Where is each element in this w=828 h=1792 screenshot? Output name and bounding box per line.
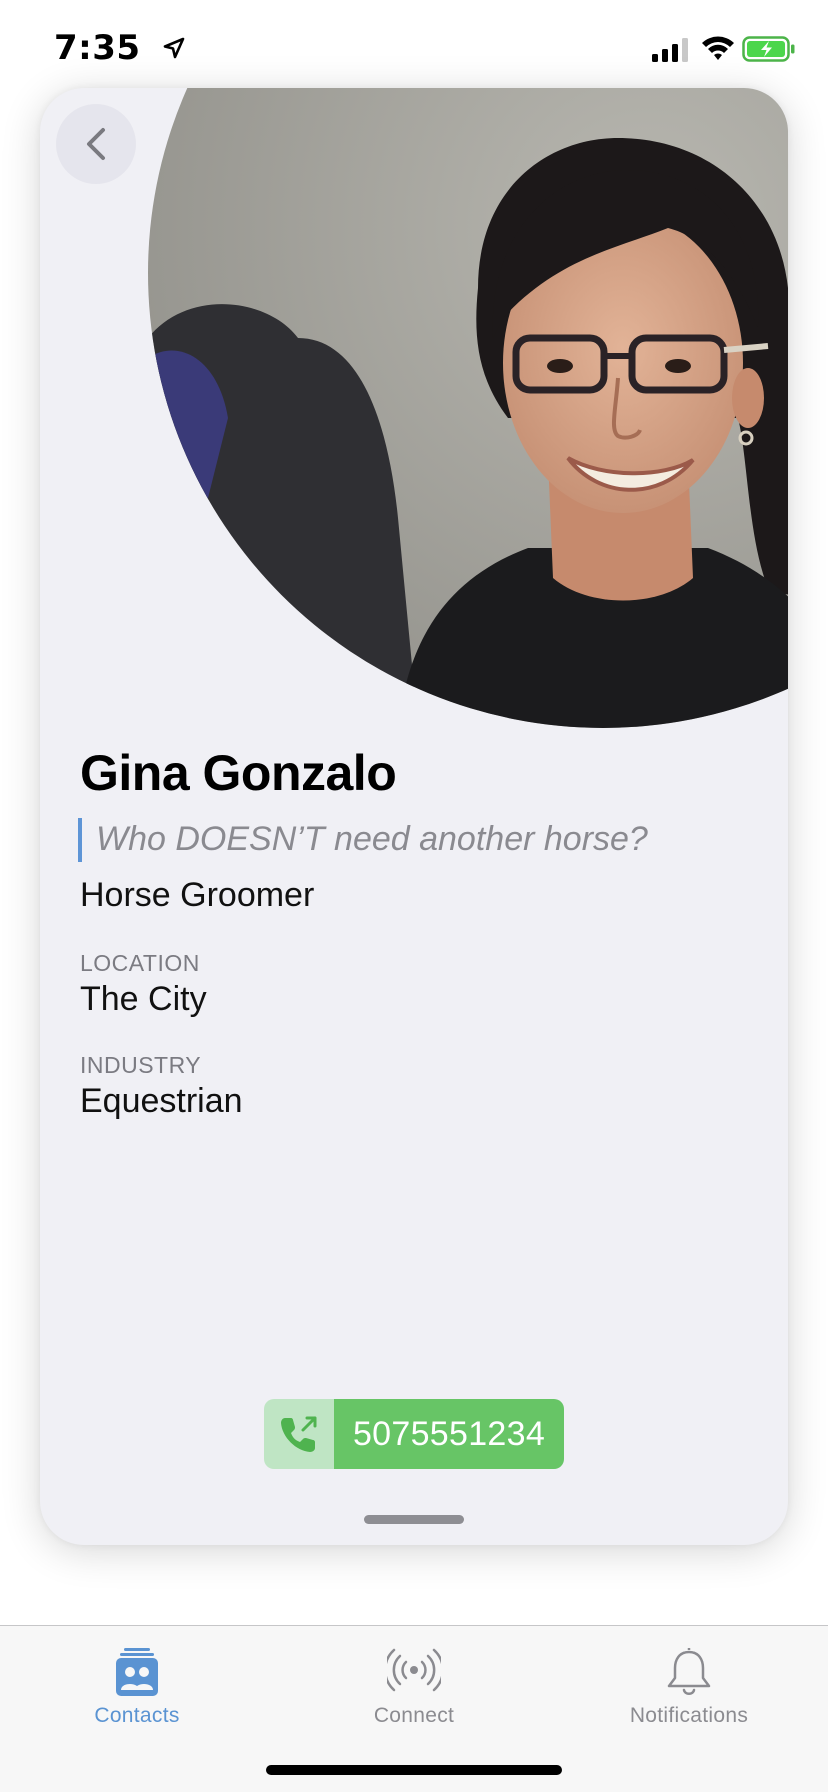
home-indicator: [266, 1765, 562, 1775]
chevron-left-icon: [87, 128, 105, 160]
status-time: 7:35: [54, 28, 141, 68]
contact-job-title: Horse Groomer: [80, 876, 315, 914]
tab-contacts-label: Contacts: [94, 1704, 180, 1727]
tagline-accent-bar: [78, 818, 82, 862]
phone-number: 5075551234: [334, 1399, 564, 1469]
industry-label: INDUSTRY: [80, 1052, 202, 1078]
contact-tagline: Who DOESN’T need another horse?: [96, 820, 648, 858]
contact-card: Gina Gonzalo Who DOESN’T need another ho…: [40, 88, 788, 1545]
cellular-signal-icon: [652, 38, 688, 62]
wifi-icon: [702, 36, 734, 60]
back-button[interactable]: [56, 104, 136, 184]
tab-notifications[interactable]: Notifications: [589, 1646, 789, 1736]
contacts-icon: [116, 1648, 158, 1696]
contact-name: Gina Gonzalo: [80, 745, 397, 801]
tab-notifications-label: Notifications: [629, 1704, 749, 1727]
call-phone-button[interactable]: 5075551234: [264, 1399, 564, 1469]
location-arrow-icon: [163, 37, 185, 59]
broadcast-icon: [387, 1648, 441, 1692]
location-label: LOCATION: [80, 950, 200, 976]
card-drag-handle[interactable]: [364, 1515, 464, 1524]
industry-value: Equestrian: [80, 1082, 243, 1120]
battery-icon: [742, 36, 795, 62]
phone-outgoing-icon: [281, 1416, 317, 1452]
bell-icon: [667, 1648, 711, 1695]
location-value: The City: [80, 980, 207, 1018]
contact-detail-screen: 7:35 Gina Gonzalo Who DOESN’T need anoth…: [0, 0, 828, 1792]
phone-icon-box: [264, 1399, 334, 1469]
tab-contacts[interactable]: Contacts: [37, 1646, 237, 1736]
status-bar: 7:35: [0, 0, 828, 96]
tab-connect[interactable]: Connect: [314, 1646, 514, 1736]
tab-connect-label: Connect: [373, 1704, 455, 1727]
profile-photo: [148, 88, 788, 728]
